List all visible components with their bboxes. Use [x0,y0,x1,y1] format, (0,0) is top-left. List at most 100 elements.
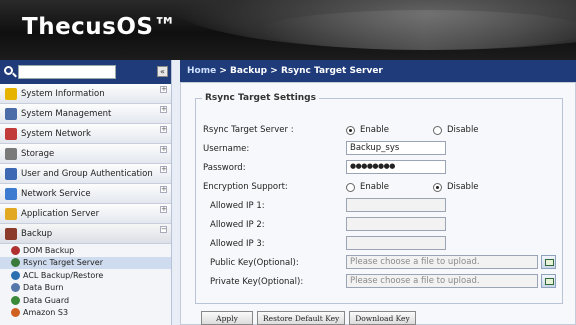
guard-icon [11,295,20,305]
private-key-file-input[interactable]: Please choose a file to upload. [346,274,538,288]
cloud-icon [11,308,20,318]
expand-icon[interactable]: + [160,126,167,133]
dom-backup-icon [11,245,20,255]
allowed-ip3-field[interactable] [346,236,446,250]
expand-icon[interactable]: + [160,106,167,113]
rsync-settings-fieldset: Rsync Target Settings Rsync Target Serve… [195,93,563,304]
sidebar-item-label: Application Server [21,208,100,219]
sidebar-item-system-network[interactable]: System Network + [0,124,171,144]
apply-button[interactable]: Apply [201,311,253,325]
sidebar-item-storage[interactable]: Storage + [0,144,171,164]
storage-icon [5,147,17,160]
breadcrumb-backup: Backup [230,66,268,76]
rsync-target-label: Rsync Target Server : [203,125,294,135]
sidebar-item-system-information[interactable]: System Information + [0,84,171,104]
sidebar-item-user-group-auth[interactable]: User and Group Authentication + [0,164,171,184]
username-field[interactable]: Backup_sys [346,141,446,155]
sidebar-item-backup[interactable]: Backup − [0,224,171,244]
expand-icon[interactable]: + [160,206,167,213]
app-header: ThecusOS™ [0,0,576,60]
sidebar-subitem-label: ACL Backup/Restore [23,270,104,280]
sidebar-item-label: Backup [21,228,53,239]
sidebar-item-label: System Information [21,88,105,99]
action-buttons: Apply Restore Default Key Download Key [201,311,416,325]
rsync-icon [11,258,20,268]
breadcrumb-home-link[interactable]: Home [187,66,216,76]
sidebar-item-system-management[interactable]: System Management + [0,104,171,124]
search-icon [4,66,13,75]
sidebar-subitem-data-burn[interactable]: Data Burn [0,282,171,295]
breadcrumb-separator: > [216,66,231,76]
radio-unselected-icon [433,125,442,135]
sidebar-item-label: Storage [21,148,55,159]
radio-selected-icon [346,125,355,135]
settings-panel: Rsync Target Settings Rsync Target Serve… [180,82,576,325]
globe-icon [5,187,17,200]
sidebar-subitem-label: DOM Backup [23,245,75,255]
sidebar-item-label: System Management [21,108,112,119]
private-key-browse-icon[interactable] [541,274,556,288]
breadcrumb-current: Rsync Target Server [280,66,383,76]
sidebar-subitem-label: Data Burn [23,283,64,293]
radio-selected-icon [433,182,442,192]
app-logo: ThecusOS™ [22,14,177,40]
expand-icon[interactable]: + [160,86,167,93]
search-input[interactable] [18,65,116,79]
restore-default-key-button[interactable]: Restore Default Key [257,311,346,325]
sidebar-subitem-label: Data Guard [23,295,70,305]
sidebar-item-label: System Network [21,128,91,139]
sidebar-subitem-amazon-s3[interactable]: Amazon S3 [0,307,171,320]
username-label: Username: [203,144,250,154]
sidebar-subitem-label: Amazon S3 [23,308,69,318]
network-icon [5,127,17,140]
public-key-file-input[interactable]: Please choose a file to upload. [346,255,538,269]
sidebar-subitem-data-guard[interactable]: Data Guard [0,294,171,307]
encryption-enable-radio[interactable]: Enable [346,182,389,192]
encryption-disable-radio[interactable]: Disable [433,182,479,192]
radio-label: Disable [447,125,479,135]
expand-icon[interactable]: + [160,166,167,173]
sidebar-item-label: User and Group Authentication [21,168,153,179]
folder-icon [5,207,17,220]
backup-icon [5,227,17,240]
radio-label: Enable [360,182,389,192]
info-icon [5,87,17,100]
sidebar-item-network-service[interactable]: Network Service + [0,184,171,204]
sidebar-subitem-acl-backup[interactable]: ACL Backup/Restore [0,269,171,282]
private-key-label: Private Key(Optional): [210,277,304,287]
sidebar-subitem-dom-backup[interactable]: DOM Backup [0,244,171,257]
allowed-ip2-field[interactable] [346,217,446,231]
allowed-ip3-label: Allowed IP 3: [210,239,265,249]
rsync-disable-radio[interactable]: Disable [433,125,479,135]
expand-icon[interactable]: + [160,186,167,193]
encryption-support-label: Encryption Support: [203,182,288,192]
fieldset-legend: Rsync Target Settings [205,93,316,103]
users-icon [5,167,17,180]
sidebar-subitem-label: Rsync Target Server [23,258,103,268]
rsync-enable-radio[interactable]: Enable [346,125,389,135]
radio-label: Disable [447,182,479,192]
collapse-sidebar-button[interactable]: « [157,66,168,77]
header-decoration-highlight [260,10,576,50]
sidebar-subitem-rsync-target-server[interactable]: Rsync Target Server [0,256,171,269]
allowed-ip1-label: Allowed IP 1: [210,201,265,211]
public-key-label: Public Key(Optional): [210,258,299,268]
acl-icon [11,270,20,280]
allowed-ip2-label: Allowed IP 2: [210,220,265,230]
download-key-button[interactable]: Download Key [349,311,416,325]
sidebar-item-application-server[interactable]: Application Server + [0,204,171,224]
breadcrumb-separator: > [267,66,281,76]
public-key-browse-icon[interactable] [541,255,556,269]
breadcrumb: Home > Backup > Rsync Target Server [180,60,576,82]
password-field[interactable]: ●●●●●●●● [346,160,446,174]
radio-unselected-icon [346,182,355,192]
disc-icon [11,283,20,293]
radio-label: Enable [360,125,389,135]
collapse-icon[interactable]: − [160,226,167,233]
password-label: Password: [203,163,246,173]
tools-icon [5,107,17,120]
sidebar-item-label: Network Service [21,188,91,199]
allowed-ip1-field[interactable] [346,198,446,212]
expand-icon[interactable]: + [160,146,167,153]
main-content: Home > Backup > Rsync Target Server Rsyn… [180,60,576,325]
